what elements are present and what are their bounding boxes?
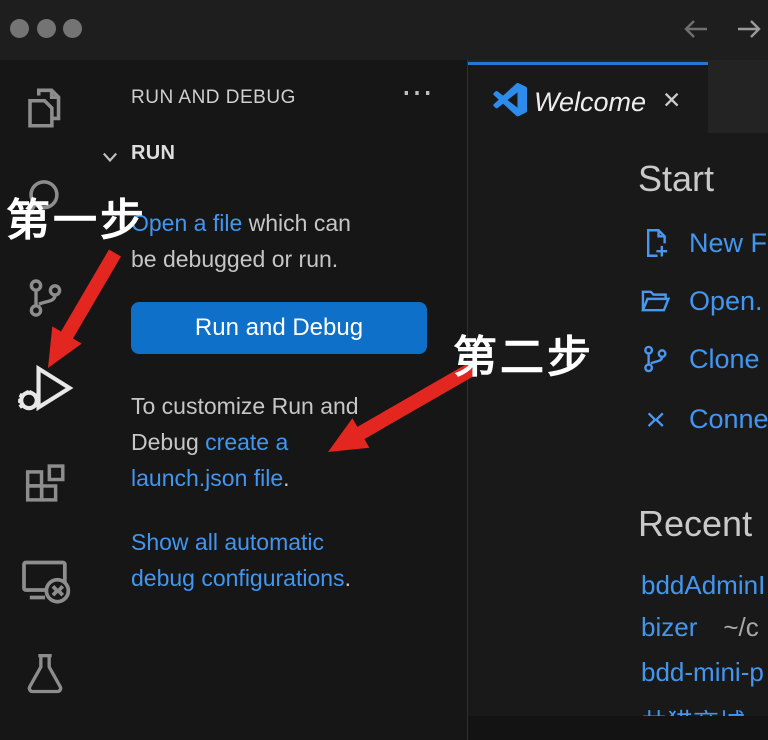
- run-section-header[interactable]: RUN: [131, 142, 175, 165]
- customize-paragraph: To customize Run and Debug create a laun…: [131, 388, 446, 496]
- recent-item[interactable]: bdd-mini-p: [641, 657, 764, 688]
- start-item-label: Conne: [689, 404, 768, 435]
- chevron-down-icon[interactable]: [99, 146, 121, 168]
- recent-item[interactable]: bizer ~/c: [641, 612, 759, 643]
- title-bar: [0, 0, 768, 60]
- show-all-paragraph: Show all automatic debug configurations.: [131, 524, 446, 596]
- connect-remote-icon: [638, 402, 672, 436]
- recent-item-path: ~/c: [723, 612, 758, 642]
- launch-json-file-link[interactable]: launch.json file: [131, 465, 283, 491]
- start-item-open[interactable]: Open.: [638, 282, 763, 320]
- recent-heading: Recent: [638, 503, 752, 545]
- explorer-icon[interactable]: [0, 80, 90, 136]
- editor-area: Welcome ✕ Start New F Open. Clone C: [467, 60, 768, 740]
- new-file-icon: [638, 226, 672, 260]
- start-item-label: Open.: [689, 286, 763, 317]
- debug-configurations-link[interactable]: debug configurations: [131, 565, 345, 591]
- source-control-icon[interactable]: [0, 270, 90, 326]
- remote-explorer-icon[interactable]: [0, 552, 90, 608]
- navigate-back-icon[interactable]: [681, 14, 711, 44]
- open-a-file-link[interactable]: Open a file: [131, 210, 242, 236]
- open-folder-icon: [638, 284, 672, 318]
- open-file-text-2: be debugged or run.: [131, 241, 446, 277]
- tab-welcome-label: Welcome: [534, 87, 646, 118]
- maximize-window-button[interactable]: [63, 19, 82, 38]
- minimize-window-button[interactable]: [37, 19, 56, 38]
- activity-bar: [0, 60, 90, 740]
- start-item-label: New F: [689, 228, 767, 259]
- close-tab-icon[interactable]: ✕: [662, 87, 681, 114]
- navigate-forward-icon[interactable]: [734, 14, 764, 44]
- tab-strip: Welcome ✕: [468, 60, 768, 133]
- tab-welcome[interactable]: Welcome ✕: [468, 62, 708, 133]
- close-window-button[interactable]: [10, 19, 29, 38]
- run-and-debug-button[interactable]: Run and Debug: [131, 302, 427, 354]
- start-item-new-file[interactable]: New F: [638, 224, 767, 262]
- recent-item-link[interactable]: bdd-mini-p: [641, 657, 764, 687]
- testing-icon[interactable]: [0, 646, 90, 702]
- recent-item[interactable]: bddAdminI: [641, 570, 765, 601]
- vscode-logo-icon: [493, 83, 527, 117]
- customize-text-2: Debug: [131, 429, 205, 455]
- open-file-text-1: which can: [242, 210, 351, 236]
- customize-period: .: [283, 465, 289, 491]
- search-icon[interactable]: [0, 172, 90, 228]
- start-item-connect[interactable]: Conne: [638, 400, 768, 438]
- panel-title: RUN AND DEBUG: [131, 87, 296, 109]
- run-and-debug-panel: RUN AND DEBUG ⋯ RUN Open a file which ca…: [90, 60, 467, 740]
- clone-repo-icon: [638, 342, 672, 376]
- start-heading: Start: [638, 158, 714, 200]
- extensions-icon[interactable]: [0, 458, 90, 514]
- recent-item-link[interactable]: bddAdminI: [641, 570, 765, 600]
- more-actions-icon[interactable]: ⋯: [395, 70, 439, 114]
- start-item-label: Clone: [689, 344, 760, 375]
- editor-bottom-strip: [468, 716, 768, 740]
- open-file-paragraph: Open a file which can be debugged or run…: [131, 205, 446, 277]
- show-all-period: .: [345, 565, 351, 591]
- customize-text-1: To customize Run and: [131, 388, 446, 424]
- recent-item-link[interactable]: bizer: [641, 612, 697, 642]
- show-all-automatic-link[interactable]: Show all automatic: [131, 529, 324, 555]
- create-launch-json-link[interactable]: create a: [205, 429, 288, 455]
- run-and-debug-icon[interactable]: [0, 360, 90, 416]
- start-item-clone[interactable]: Clone: [638, 340, 760, 378]
